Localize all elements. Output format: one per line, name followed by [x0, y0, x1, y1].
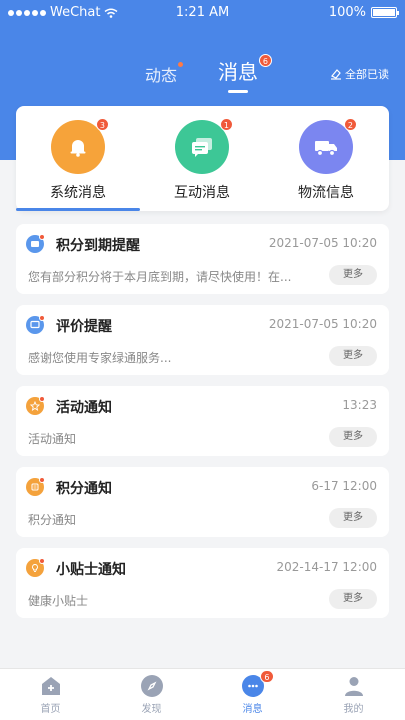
- message-desc: 活动通知: [28, 432, 77, 446]
- tab-messages[interactable]: 消息 6: [218, 54, 272, 93]
- tab-messages-bottom[interactable]: 6 消息: [202, 670, 303, 715]
- message-desc: 健康小贴士: [28, 594, 89, 608]
- message-time: 2021-07-05 10:20: [268, 317, 377, 331]
- message-title: 积分通知: [56, 481, 112, 497]
- message-desc: 您有部分积分将于本月底到期，请尽快使用！在...: [28, 270, 292, 284]
- tab-label: 我的: [343, 704, 364, 715]
- tab-profile[interactable]: 我的: [303, 675, 404, 715]
- compass-icon: [140, 675, 163, 697]
- tip-icon: [26, 558, 45, 577]
- bell-icon: 3: [51, 118, 109, 174]
- category-card: 3 系统消息 1 互动消息 2 物流信息: [16, 106, 389, 211]
- tab-discover[interactable]: 发现: [101, 675, 202, 715]
- battery-icon: [371, 7, 399, 18]
- message-title: 评价提醒: [56, 319, 112, 335]
- more-button[interactable]: 更多: [329, 265, 377, 285]
- mark-all-read-label: 全部已读: [345, 68, 389, 81]
- tab-messages-label: 消息: [218, 60, 258, 84]
- more-button[interactable]: 更多: [329, 427, 377, 447]
- message-desc: 积分通知: [28, 513, 77, 527]
- home-icon: [40, 675, 62, 697]
- category-badge: 1: [219, 118, 233, 131]
- category-badge: 3: [95, 118, 109, 131]
- coin-icon: [26, 477, 45, 496]
- tab-dynamic[interactable]: 动态: [145, 62, 184, 86]
- status-bar: WeChat 1:21 AM 100%: [0, 0, 405, 26]
- message-card[interactable]: 活动通知 13:23 活动通知 更多: [16, 386, 389, 456]
- message-title: 活动通知: [56, 400, 112, 416]
- tab-badge: 6: [260, 670, 274, 683]
- category-label: 系统消息: [50, 185, 106, 201]
- eraser-icon: [331, 69, 341, 80]
- review-icon: [26, 315, 45, 334]
- more-button[interactable]: 更多: [329, 589, 377, 609]
- truck-icon: 2: [299, 118, 357, 174]
- tab-label: 发现: [141, 704, 162, 715]
- category-active-indicator: [16, 208, 140, 211]
- unread-dot: [178, 62, 184, 67]
- message-time: 13:23: [342, 398, 377, 412]
- bottom-tab-bar: 首页 发现 6 消息 我的: [0, 668, 405, 720]
- message-time: 202-14-17 12:00: [276, 560, 378, 574]
- tab-home[interactable]: 首页: [0, 675, 101, 715]
- category-interaction[interactable]: 1 互动消息: [140, 118, 264, 202]
- tab-label: 消息: [242, 704, 263, 715]
- message-card[interactable]: 小贴士通知 202-14-17 12:00 健康小贴士 更多: [16, 548, 389, 618]
- more-button[interactable]: 更多: [329, 508, 377, 528]
- message-title: 积分到期提醒: [56, 238, 140, 254]
- star-icon: [26, 396, 45, 415]
- chat-icon: 1: [175, 118, 233, 174]
- message-time: 2021-07-05 10:20: [268, 236, 377, 250]
- category-badge: 2: [343, 118, 357, 131]
- user-icon: [343, 675, 365, 697]
- category-system[interactable]: 3 系统消息: [16, 118, 140, 202]
- message-icon: 6: [241, 670, 274, 697]
- message-card[interactable]: 评价提醒 2021-07-05 10:20 感谢您使用专家绿通服务... 更多: [16, 305, 389, 375]
- message-title: 小贴士通知: [56, 562, 126, 578]
- tab-dynamic-label: 动态: [145, 66, 178, 85]
- more-button[interactable]: 更多: [329, 346, 377, 366]
- battery-percent: 100%: [328, 5, 366, 20]
- category-logistics[interactable]: 2 物流信息: [264, 118, 388, 202]
- points-icon: [26, 234, 45, 253]
- tab-underline: [228, 90, 248, 93]
- category-label: 互动消息: [174, 185, 230, 201]
- message-card[interactable]: 积分到期提醒 2021-07-05 10:20 您有部分积分将于本月底到期，请尽…: [16, 224, 389, 294]
- message-time: 6-17 12:00: [311, 479, 377, 493]
- messages-badge: 6: [258, 54, 272, 67]
- tab-label: 首页: [40, 704, 61, 715]
- mark-all-read-button[interactable]: 全部已读: [330, 66, 389, 82]
- category-label: 物流信息: [298, 185, 354, 201]
- message-desc: 感谢您使用专家绿通服务...: [28, 351, 172, 365]
- top-nav: 动态 消息 6 全部已读: [0, 52, 405, 93]
- message-card[interactable]: 积分通知 6-17 12:00 积分通知 更多: [16, 467, 389, 537]
